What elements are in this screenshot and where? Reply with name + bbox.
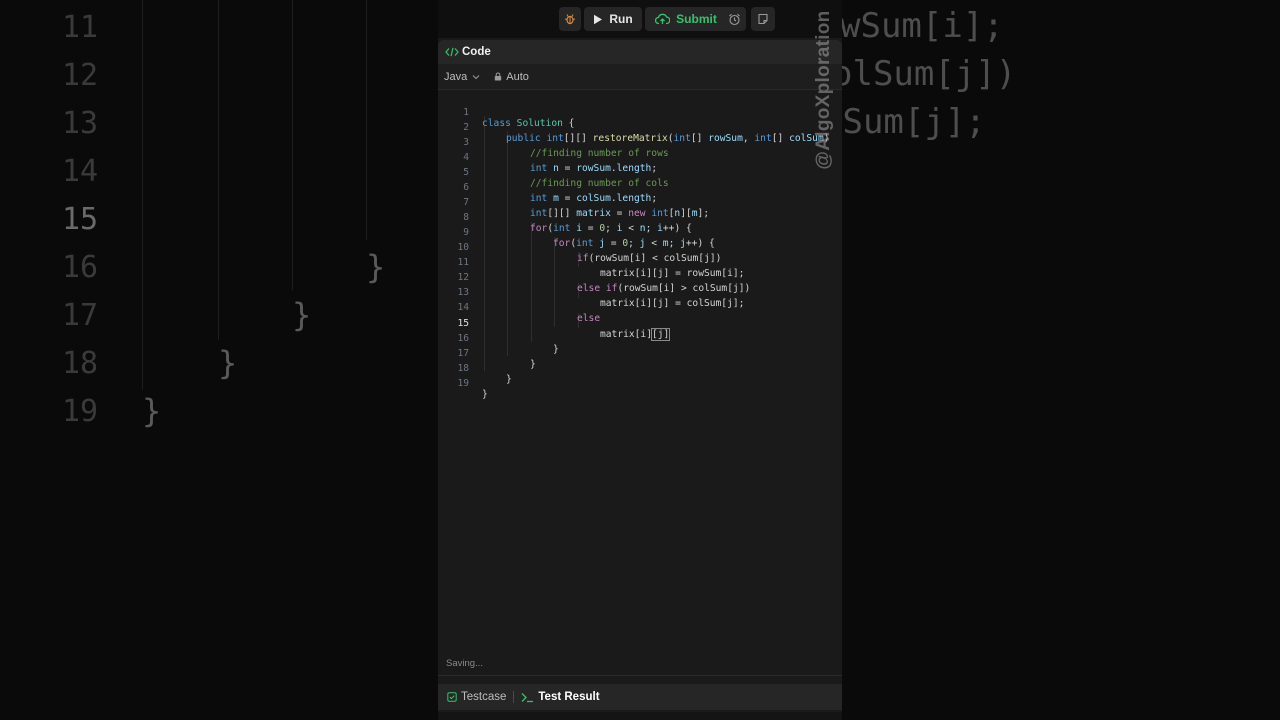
timer-button[interactable] — [722, 7, 746, 31]
code-icon — [445, 47, 459, 57]
bottom-strip — [438, 712, 842, 720]
cloud-upload-icon — [655, 13, 671, 25]
tab-test-result[interactable]: Test Result — [521, 691, 600, 703]
bg-line-number: 19 — [62, 394, 99, 429]
code-line: 9 for(int j = 0; j < m; j++) { — [438, 216, 842, 249]
code-line: 3 //finding number of rows — [438, 126, 842, 159]
bottom-tabs: Testcase Test Result — [438, 684, 842, 710]
code-line: 13 matrix[i][j] = colSum[j]; — [438, 276, 842, 309]
bg-line-number: 12 — [62, 58, 99, 93]
bg-code-fragment: wSum[i]; — [842, 6, 1004, 46]
language-select[interactable]: Java — [444, 71, 480, 83]
bg-line-number: 14 — [62, 154, 99, 189]
code-panel-title: Code — [462, 46, 491, 58]
chevron-down-icon — [472, 74, 480, 79]
code-line: 17 } — [438, 337, 842, 370]
code-line: 18 } — [438, 352, 842, 385]
bg-line-number: 16 — [62, 250, 99, 285]
code-line: 7 int[][] matrix = new int[n][m]; — [438, 186, 842, 219]
code-text: } — [482, 389, 488, 400]
save-status-text: Saving... — [446, 658, 483, 669]
indent-guide — [292, 0, 293, 290]
submit-label: Submit — [676, 12, 717, 26]
code-panel-header: Code — [438, 40, 842, 64]
background-editor-left: 11 12 13 14 15 16 17 18 19 } } } } — [0, 0, 438, 720]
indent-guide — [142, 0, 143, 390]
code-line: 5 //finding number of cols — [438, 156, 842, 189]
checkbox-icon — [447, 692, 457, 702]
debug-button[interactable] — [559, 7, 581, 31]
toolbar: Run Submit — [438, 0, 842, 38]
note-icon — [758, 13, 768, 25]
code-line: 6 int m = colSum.length; — [438, 171, 842, 204]
bg-brace: } — [292, 296, 312, 334]
code-line: 10 if(rowSum[i] < colSum[j]) — [438, 231, 842, 264]
code-line: 14 else — [438, 291, 842, 324]
notes-button[interactable] — [751, 7, 775, 31]
bug-icon — [564, 14, 576, 25]
bg-brace: } — [366, 248, 386, 286]
bg-line-number-active: 15 — [62, 202, 99, 237]
bg-code-fragment: olSum[j]) — [842, 54, 1017, 94]
indent-guide — [366, 0, 367, 240]
code-line-active: 15 matrix[i][j] — [438, 307, 842, 341]
auto-mode-label: Auto — [506, 70, 529, 83]
channel-watermark: @AlgoXploration — [808, 10, 840, 170]
indent-guide — [218, 0, 219, 340]
editor-panel: Run Submit Code Java Auto 1 class Soluti… — [438, 0, 842, 720]
code-line: 1 class Solution { — [438, 96, 842, 129]
tab-testcase[interactable]: Testcase — [447, 691, 506, 703]
bg-code-fragment: lSum[j]; — [842, 102, 986, 142]
code-editor[interactable]: 1 class Solution { 2 public int[][] rest… — [438, 94, 842, 654]
terminal-icon — [521, 692, 534, 702]
code-line: 16 } — [438, 322, 842, 355]
alarm-clock-icon — [728, 13, 740, 25]
bg-brace: } — [218, 344, 238, 382]
auto-mode-toggle[interactable]: Auto — [494, 71, 529, 83]
run-label: Run — [609, 12, 633, 26]
bg-brace: } — [142, 392, 162, 430]
run-button[interactable]: Run — [584, 7, 642, 31]
language-label: Java — [444, 70, 468, 83]
code-line: 8 for(int i = 0; i < n; i++) { — [438, 201, 842, 234]
watermark-text: @AlgoXploration — [813, 10, 834, 170]
tab-divider — [513, 691, 515, 703]
code-line: 2 public int[][] restoreMatrix(int[] row… — [438, 111, 842, 144]
save-status: Saving... — [438, 652, 842, 676]
code-line: 4 int n = rowSum.length; — [438, 141, 842, 174]
submit-button[interactable]: Submit — [645, 7, 727, 31]
tab-test-result-label: Test Result — [538, 691, 600, 703]
bg-line-number: 11 — [62, 10, 99, 45]
code-line: 11 matrix[i][j] = rowSum[i]; — [438, 246, 842, 279]
bg-line-number: 17 — [62, 298, 99, 333]
play-icon — [594, 14, 603, 24]
bg-line-number: 18 — [62, 346, 99, 381]
lock-icon — [495, 72, 502, 81]
code-line: 19 } — [438, 367, 842, 400]
background-editor-right: wSum[i]; olSum[j]) lSum[j]; — [842, 0, 1280, 720]
line-number: 19 — [457, 378, 469, 389]
code-line: 12 else if(rowSum[i] > colSum[j]) — [438, 261, 842, 294]
bg-line-number: 13 — [62, 106, 99, 141]
tab-testcase-label: Testcase — [461, 691, 507, 703]
editor-options-bar: Java Auto — [438, 64, 842, 90]
